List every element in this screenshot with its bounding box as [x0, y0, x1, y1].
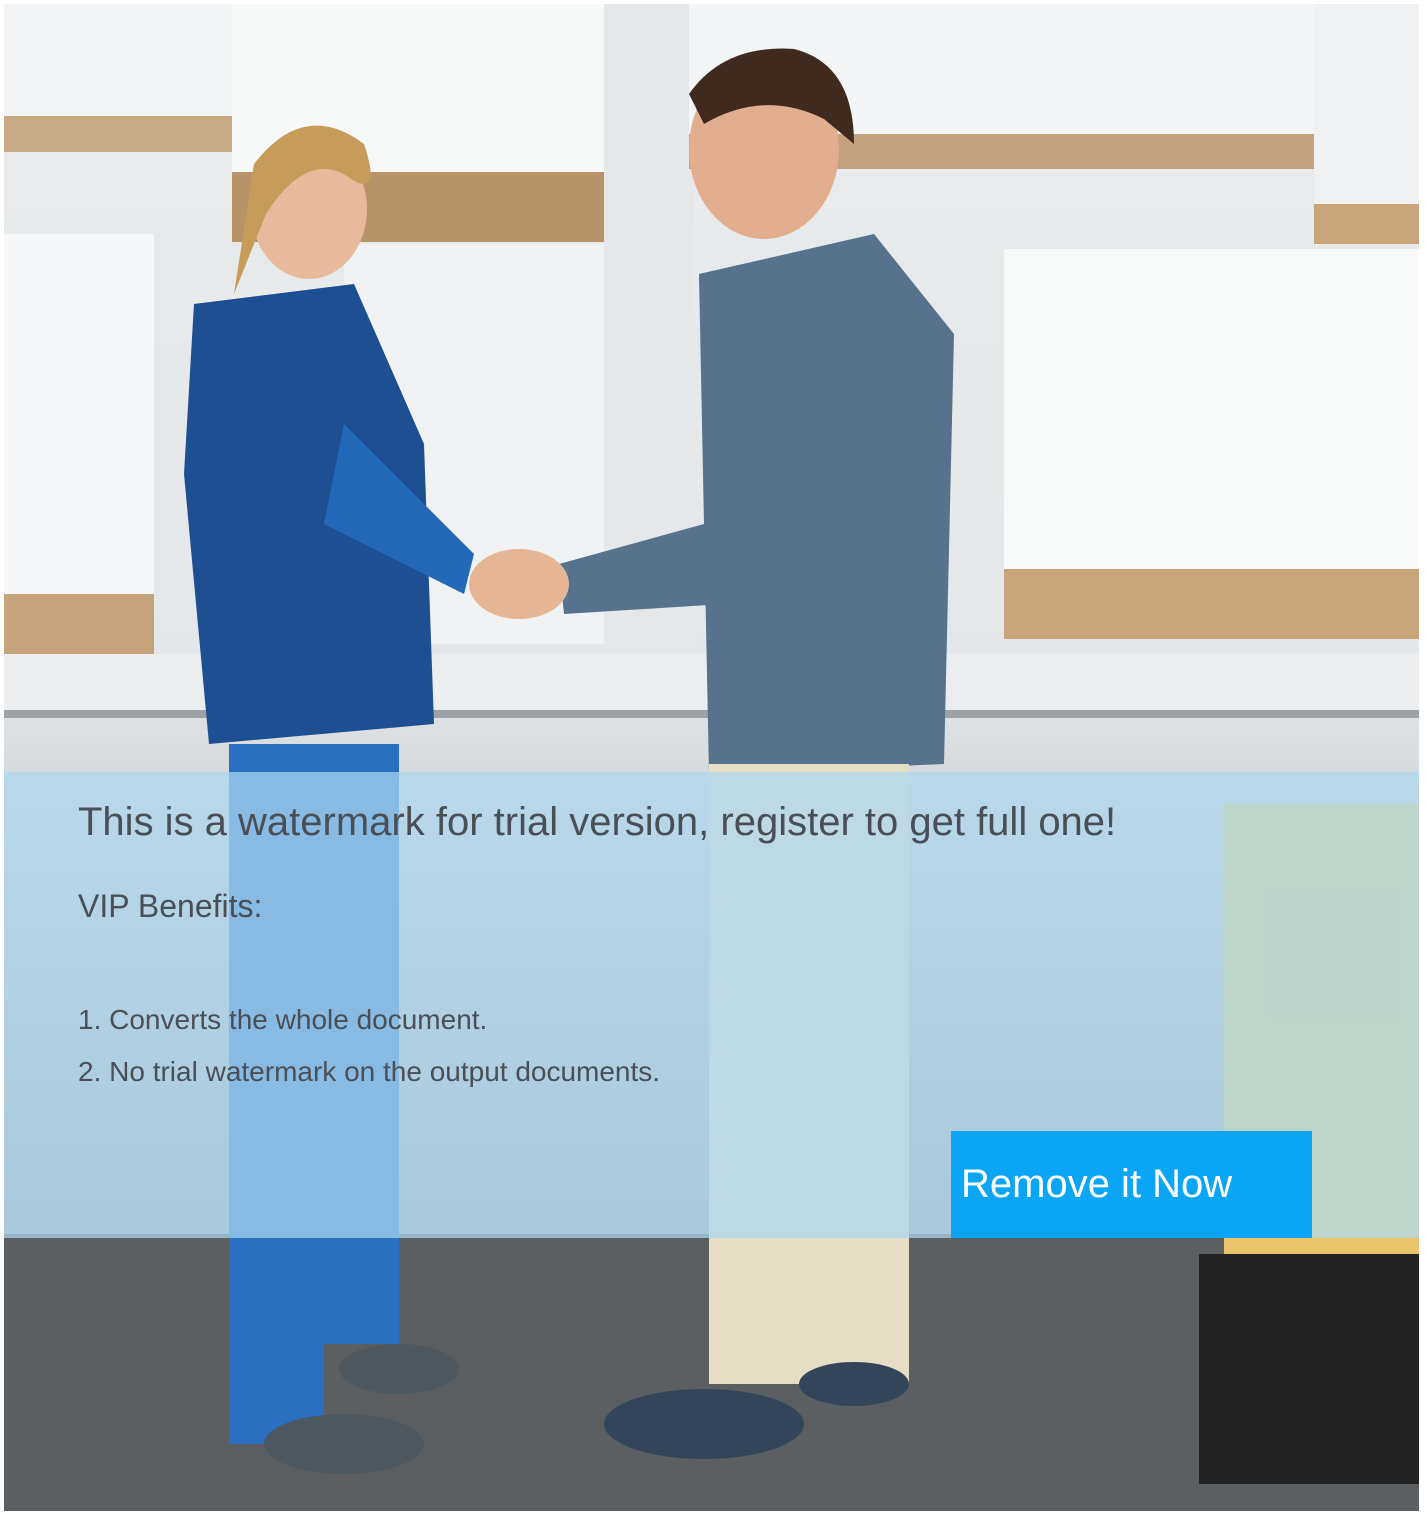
- watermark-title: This is a watermark for trial version, r…: [78, 800, 1117, 844]
- remove-watermark-button[interactable]: Remove it Now: [951, 1131, 1312, 1238]
- vip-benefits-heading: VIP Benefits:: [78, 888, 263, 924]
- trial-watermark-panel: This is a watermark for trial version, r…: [4, 772, 1419, 1238]
- warehouse-handshake-illustration: [4, 4, 1419, 1511]
- benefit-item: 2. No trial watermark on the output docu…: [78, 1056, 661, 1087]
- benefit-item: 1. Converts the whole document.: [78, 1004, 488, 1035]
- background-photo: [4, 4, 1419, 1511]
- benefits-list: 1. Converts the whole document. 2. No tr…: [78, 994, 660, 1098]
- page: This is a watermark for trial version, r…: [0, 0, 1427, 1515]
